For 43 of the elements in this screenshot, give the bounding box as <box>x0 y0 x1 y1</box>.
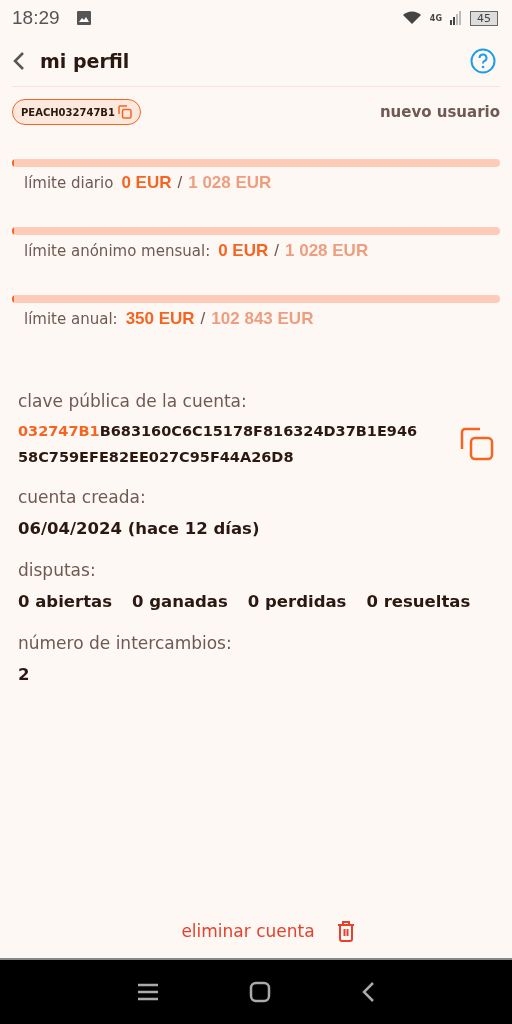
user-status: nuevo usuario <box>379 103 500 121</box>
network-label: 4G <box>429 13 442 23</box>
trades-label: número de intercambios: <box>18 633 233 653</box>
dispute-count: 0 abiertas <box>18 592 112 611</box>
trades-count: 2 <box>18 665 31 684</box>
signal-icon <box>450 11 462 25</box>
disputes-label: disputas: <box>18 560 97 580</box>
battery-indicator: 45 <box>470 10 498 26</box>
dispute-count: 0 resueltas <box>366 592 471 611</box>
limit-label: límite anónimo mensual: <box>24 242 211 260</box>
limit-used: 0 EUR <box>121 173 172 193</box>
image-icon <box>75 10 92 26</box>
status-time: 18:29 <box>12 7 60 29</box>
back-icon[interactable] <box>12 51 26 71</box>
limit-used: 350 EUR <box>125 309 195 329</box>
page-title: mi perfil <box>40 50 130 72</box>
menu-icon[interactable] <box>137 983 159 1001</box>
help-icon[interactable] <box>470 48 496 74</box>
limit-label: límite anual: <box>24 310 118 328</box>
back-icon[interactable] <box>361 981 375 1003</box>
public-key-prefix: 032747B1 <box>18 423 100 439</box>
copy-icon <box>117 105 132 119</box>
wifi-icon <box>401 11 422 25</box>
dispute-count: 0 perdidas <box>247 592 347 611</box>
limit-max: 1 028 EUR <box>188 173 272 193</box>
trash-icon <box>336 920 355 942</box>
limit-separator: / <box>274 241 279 261</box>
home-icon[interactable] <box>249 981 271 1003</box>
copy-icon[interactable] <box>460 427 494 461</box>
dispute-count: 0 ganadas <box>132 592 228 611</box>
public-key-text: 58C759EFE82EE027C95F44A26D8 <box>18 449 294 465</box>
limit-max: 1 028 EUR <box>285 241 369 261</box>
limit-separator: / <box>200 309 206 329</box>
public-key-label: clave pública de la cuenta: <box>18 391 248 411</box>
limit-label: límite diario <box>24 174 114 192</box>
created-label: cuenta creada: <box>18 487 147 507</box>
limit-separator: / <box>177 173 183 193</box>
limit-used: 0 EUR <box>218 241 269 261</box>
public-key-text: B683160C6C15178F816324D37B1E946 <box>99 423 418 439</box>
created-date: 06/04/2024 (hace 12 días) <box>18 519 261 538</box>
delete-account-button[interactable]: eliminar cuenta <box>181 920 355 942</box>
limit-max: 102 843 EUR <box>211 309 314 329</box>
user-id-chip[interactable]: PEACH032747B1 <box>12 99 141 125</box>
